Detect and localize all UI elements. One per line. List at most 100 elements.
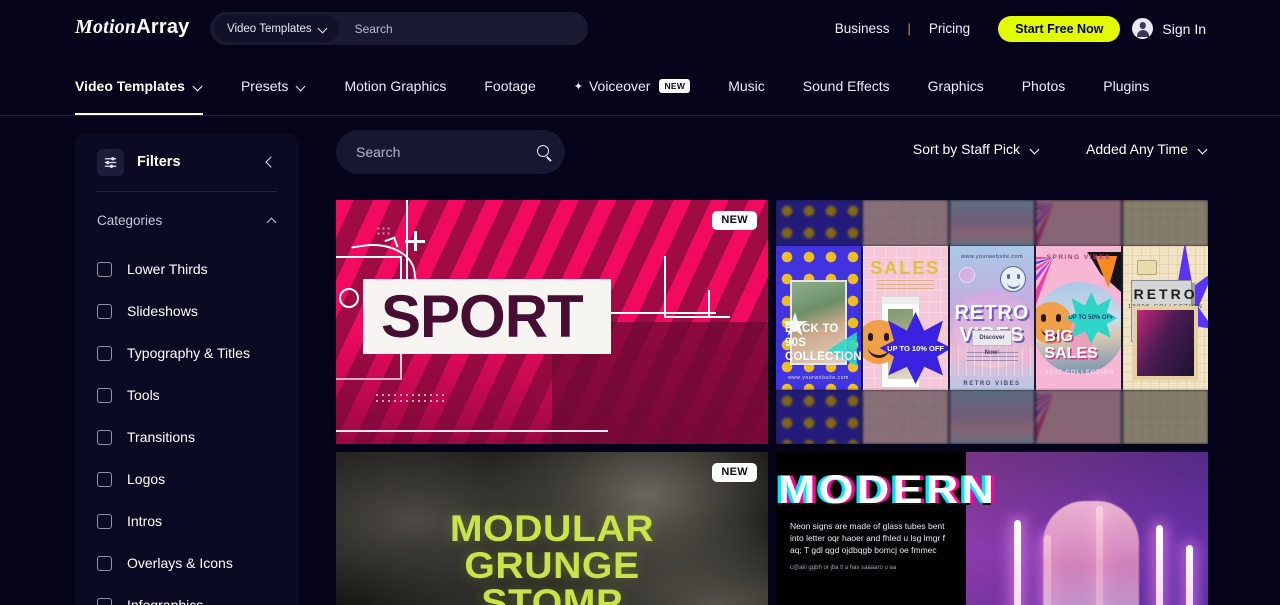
retro-grid-ground [949,346,1035,376]
story-headline: BIG SALES [1044,328,1098,362]
template-card-sport[interactable]: SPORT NEW [336,200,768,444]
filters-header: Filters [97,133,277,191]
content-search-box[interactable] [336,130,565,174]
story-thumb [776,200,861,246]
category-tools[interactable]: Tools [97,374,277,416]
category-label: Typography & Titles [127,345,250,361]
category-slideshows[interactable]: Slideshows [97,290,277,332]
nav-label: Music [728,78,765,94]
category-infographics[interactable]: Infographics [97,584,277,605]
primary-navigation: Video Templates Presets Motion Graphics … [0,57,1280,116]
story-sub-label: 2022 COLLECTION [1045,370,1115,376]
category-intros[interactable]: Intros [97,500,277,542]
nav-label: Graphics [927,78,984,94]
sign-in-button[interactable]: Sign In [1132,18,1206,39]
title-line-3: STOMP [481,582,623,605]
nav-item-plugins[interactable]: Plugins [1084,57,1168,115]
neon-tube [1186,544,1194,605]
top-header: MotionArray Video Templates Business | P… [0,0,1280,57]
header-search-bar[interactable]: Video Templates [210,12,588,45]
header-link-pricing[interactable]: Pricing [915,21,984,36]
checkbox[interactable] [97,261,112,277]
header-right-nav: Business | Pricing Start Free Now Sign I… [821,0,1206,57]
story-text-lines [876,280,934,292]
category-logos[interactable]: Logos [97,458,277,500]
decorative-circle [339,288,359,308]
story-retro-vibes: www.yourwebsite.com RETRO VIBES Discover… [949,246,1035,390]
story-thumb [862,390,948,444]
decorative-frame-inner-2 [708,290,730,318]
nav-label: Voiceover [588,78,651,94]
decorative-bottom-line [336,430,608,432]
sort-controls: Sort by Staff Pick Added Any Time [913,141,1208,157]
new-badge: NEW [659,79,691,93]
header-search-input[interactable] [354,21,588,36]
header-search-category-label: Video Templates [227,22,312,35]
template-card-modern-neon[interactable]: MODERN Neon signs are made of glass tube… [776,452,1208,605]
chevron-down-icon [1199,145,1208,154]
nav-item-video-templates[interactable]: Video Templates [75,57,222,115]
motionarray-logo[interactable]: MotionArray [75,16,190,39]
sort-by-label: Sort by Staff Pick [912,141,1021,157]
added-time-dropdown[interactable]: Added Any Time [1086,141,1208,157]
content-toolbar-area: Sort by Staff Pick Added Any Time [336,130,1208,177]
header-link-business[interactable]: Business [821,21,904,36]
story-thumb [1123,200,1208,246]
category-overlays-icons[interactable]: Overlays & Icons [97,542,277,584]
chevron-down-icon [194,82,203,91]
story-headline: RETRO [1133,286,1198,302]
checkbox[interactable] [97,429,112,445]
template-card-retro-stories[interactable]: BACK TO 90S COLLECTION www.yourwebsite.c… [776,200,1208,444]
start-free-now-button[interactable]: Start Free Now [998,15,1121,42]
logo-array-text: Array [136,16,190,38]
new-badge: NEW [712,211,757,230]
nav-item-presets[interactable]: Presets [222,57,325,115]
card-title-text: MODERN [778,468,998,512]
nav-item-photos[interactable]: Photos [1003,57,1085,115]
story-photo [1133,306,1198,380]
category-lower-thirds[interactable]: Lower Thirds [97,248,277,290]
checkbox[interactable] [97,513,112,529]
collapse-sidebar-chevron-left-icon[interactable] [263,155,277,169]
decorative-dots-top [376,226,390,236]
header-search-category-dropdown[interactable]: Video Templates [214,15,339,42]
chevron-up-icon [268,216,277,225]
template-results-grid: SPORT NEW BACK TO 90S COLLECTION www.you… [336,200,1208,605]
nav-item-footage[interactable]: Footage [465,57,554,115]
planet-icon [959,268,974,282]
story-sales: SALES UP TO 10% OFF [862,246,948,390]
nav-label: Sound Effects [802,78,890,94]
story-top-label: SPRING VIBES [1046,254,1111,261]
checkbox[interactable] [97,597,112,605]
category-typography-titles[interactable]: Typography & Titles [97,332,277,374]
categories-list: Lower Thirds Slideshows Typography & Tit… [97,248,277,605]
logo-motion-text: Motion [75,16,137,38]
content-search-input[interactable] [356,144,537,160]
story-url: www.yourwebsite.com [960,254,1023,260]
checkbox[interactable] [97,303,112,319]
nav-label: Presets [240,78,289,94]
motionarray-browse-page: MotionArray Video Templates Business | P… [0,0,1280,605]
checkbox[interactable] [97,471,112,487]
template-card-modular-grunge-stomp[interactable]: MODULAR GRUNGE STOMP NEW [336,452,768,605]
story-offer-text: UP TO 10% OFF [887,343,944,353]
categories-section-toggle[interactable]: Categories [97,192,277,248]
chevron-down-icon [1031,145,1040,154]
filters-title: Filters [137,154,181,170]
category-transitions[interactable]: Transitions [97,416,277,458]
checkbox[interactable] [97,387,112,403]
nav-item-motion-graphics[interactable]: Motion Graphics [325,57,465,115]
nav-item-music[interactable]: Music [709,57,784,115]
nav-item-sound-effects[interactable]: Sound Effects [784,57,909,115]
card-body-subtext: c@aki ggbh or jba tl a hav saaaaro u aa [790,565,897,571]
checkbox[interactable] [97,555,112,571]
checkbox[interactable] [97,345,112,361]
search-icon[interactable] [537,144,552,160]
sort-by-dropdown[interactable]: Sort by Staff Pick [913,141,1040,157]
story-url: www.yourwebsite.com [788,375,849,381]
nav-item-graphics[interactable]: Graphics [909,57,1003,115]
nav-item-voiceover[interactable]: ✦ Voiceover NEW [555,57,709,115]
new-badge: NEW [712,463,757,482]
sparkle-icon: ✦ [573,80,583,93]
story-button: Discover Now! [971,330,1013,356]
